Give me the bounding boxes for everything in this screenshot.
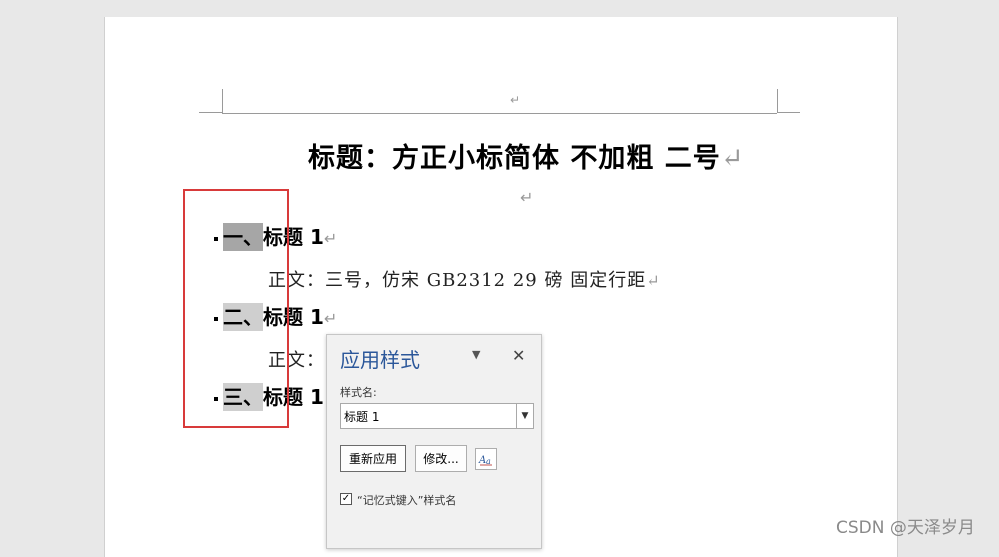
style-name-value[interactable]: 标题 1 xyxy=(344,408,379,425)
autocomplete-label[interactable]: “记忆式键入”样式名 xyxy=(357,492,456,508)
paragraph-mark: ↵ xyxy=(323,309,338,328)
watermark: CSDN @天泽岁月 xyxy=(836,518,975,538)
styles-icon[interactable]: A a xyxy=(475,448,497,470)
header-guide-left xyxy=(199,112,222,113)
empty-paragraph-mark: ↵ xyxy=(520,188,534,207)
paragraph-mark: ↵ xyxy=(323,229,338,248)
style-name-combobox[interactable]: 标题 1 ▼ xyxy=(340,403,534,429)
autocomplete-checkbox[interactable]: ✓ xyxy=(340,493,352,505)
header-guide-right xyxy=(777,112,800,113)
reapply-button[interactable]: 重新应用 xyxy=(340,445,406,472)
paragraph-mark: ↵ xyxy=(720,143,745,174)
svg-text:A: A xyxy=(478,455,486,466)
body-text: 正文：三号，仿宋 GB2312 29 磅 固定行距 xyxy=(268,270,647,291)
header-guide-right-v xyxy=(777,89,778,113)
pane-title: 应用样式 xyxy=(340,348,420,372)
header-boundary-line xyxy=(222,113,777,114)
annotation-highlight-box xyxy=(183,189,289,428)
header-paragraph-mark: ↵ xyxy=(510,93,521,107)
close-icon[interactable]: ✕ xyxy=(512,346,525,365)
paragraph-mark: ↵ xyxy=(646,271,661,290)
document-title-text: 标题：方正小标简体 不加粗 二号 xyxy=(308,143,721,174)
document-title[interactable]: 标题：方正小标简体 不加粗 二号↵ xyxy=(308,136,744,175)
modify-button[interactable]: 修改... xyxy=(415,445,467,472)
chevron-down-icon[interactable]: ▼ xyxy=(516,404,533,428)
header-guide-left-v xyxy=(222,89,223,113)
style-name-label: 样式名: xyxy=(340,386,377,399)
triangle-down-icon[interactable]: ▼ xyxy=(472,348,480,361)
body-paragraph-1[interactable]: 正文：三号，仿宋 GB2312 29 磅 固定行距↵ xyxy=(268,266,661,292)
apply-styles-pane: 应用样式 ▼ ✕ 样式名: 标题 1 ▼ 重新应用 修改... A a ✓ “记… xyxy=(326,334,542,549)
